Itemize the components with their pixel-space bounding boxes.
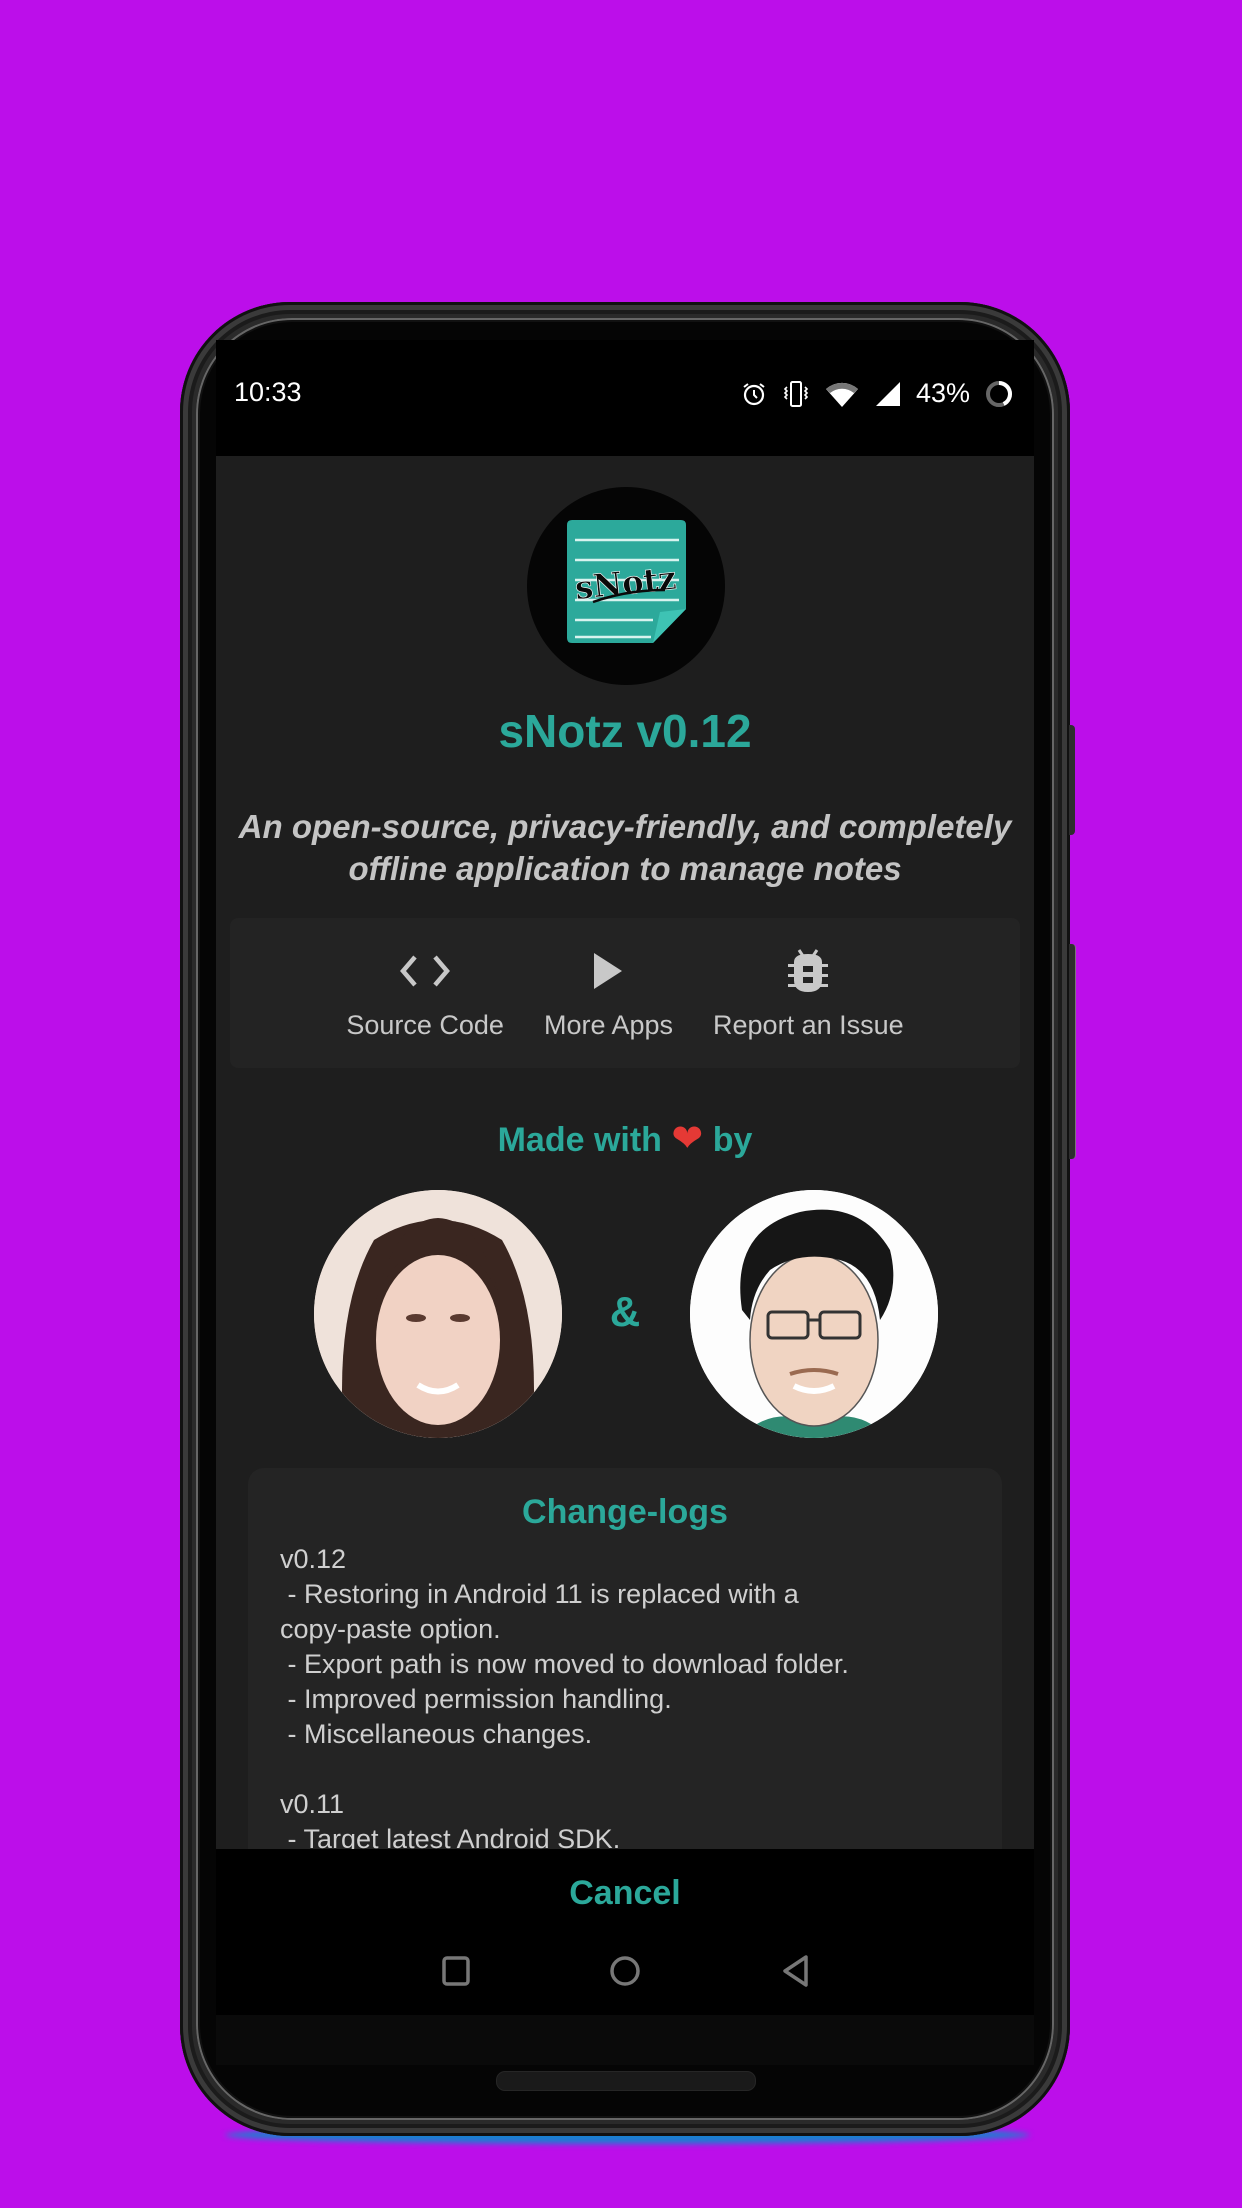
heart-icon: ❤ [671, 1118, 704, 1160]
vibrate-icon [782, 379, 810, 409]
notes-logo-icon: sNotz [567, 520, 686, 643]
ampersand: & [609, 1288, 641, 1335]
navigation-bar [216, 1937, 1034, 2015]
app-title: sNotz v0.12 [498, 705, 752, 757]
cell-signal-icon [874, 380, 902, 408]
play-icon [592, 946, 624, 996]
about-dialog: sNotz sNotz v0.12 An open-source, privac… [216, 456, 1034, 1849]
speaker-grille [496, 2071, 756, 2091]
made-with-prefix: Made with [497, 1121, 662, 1159]
home-icon [610, 1956, 640, 1986]
app-logo: sNotz [527, 487, 725, 685]
phone-chin [216, 2015, 1034, 2065]
more-apps-button[interactable]: More Apps [544, 918, 673, 1068]
links-card: Source Code More Apps Report an Issue [230, 918, 1020, 1068]
changelog-text: v0.12 - Restoring in Android 11 is repla… [280, 1544, 849, 1849]
made-with-heading: Made with ❤ by [216, 1116, 1034, 1161]
status-time: 10:33 [234, 377, 302, 407]
code-icon [399, 946, 451, 996]
phone-screen: 10:33 43% sNotz sNotz v0.12 An open-sour… [216, 340, 1034, 2015]
changelog-title: Change-logs [522, 1493, 728, 1531]
battery-percent: 43% [915, 378, 970, 408]
alarm-icon [740, 380, 768, 408]
made-with-suffix: by [712, 1121, 753, 1159]
changelog-card[interactable]: Change-logs v0.12 - Restoring in Android… [248, 1468, 1002, 1849]
battery-icon [984, 379, 1014, 409]
developer-avatar-2[interactable] [690, 1190, 938, 1438]
bug-icon [786, 946, 830, 996]
recents-button[interactable] [436, 1951, 476, 1991]
status-icons: 43% [740, 378, 1014, 409]
dialog-actions: Cancel [216, 1849, 1034, 1937]
cancel-button[interactable]: Cancel [569, 1874, 681, 1913]
status-bar: 10:33 43% [216, 340, 1034, 456]
report-issue-button[interactable]: Report an Issue [713, 918, 904, 1068]
developer-avatar-1[interactable] [314, 1190, 562, 1438]
recents-icon [442, 1956, 470, 1986]
source-code-label: Source Code [346, 1010, 504, 1040]
home-button[interactable] [605, 1951, 645, 1991]
more-apps-label: More Apps [543, 1010, 674, 1040]
power-button [1069, 725, 1075, 835]
volume-button [1069, 944, 1076, 1159]
wifi-icon [824, 381, 860, 407]
report-issue-label: Report an Issue [713, 1010, 904, 1040]
source-code-button[interactable]: Source Code [346, 918, 504, 1068]
app-description: An open-source, privacy-friendly, and co… [238, 808, 1012, 887]
back-icon [783, 1955, 808, 1987]
back-button[interactable] [776, 1951, 816, 1991]
